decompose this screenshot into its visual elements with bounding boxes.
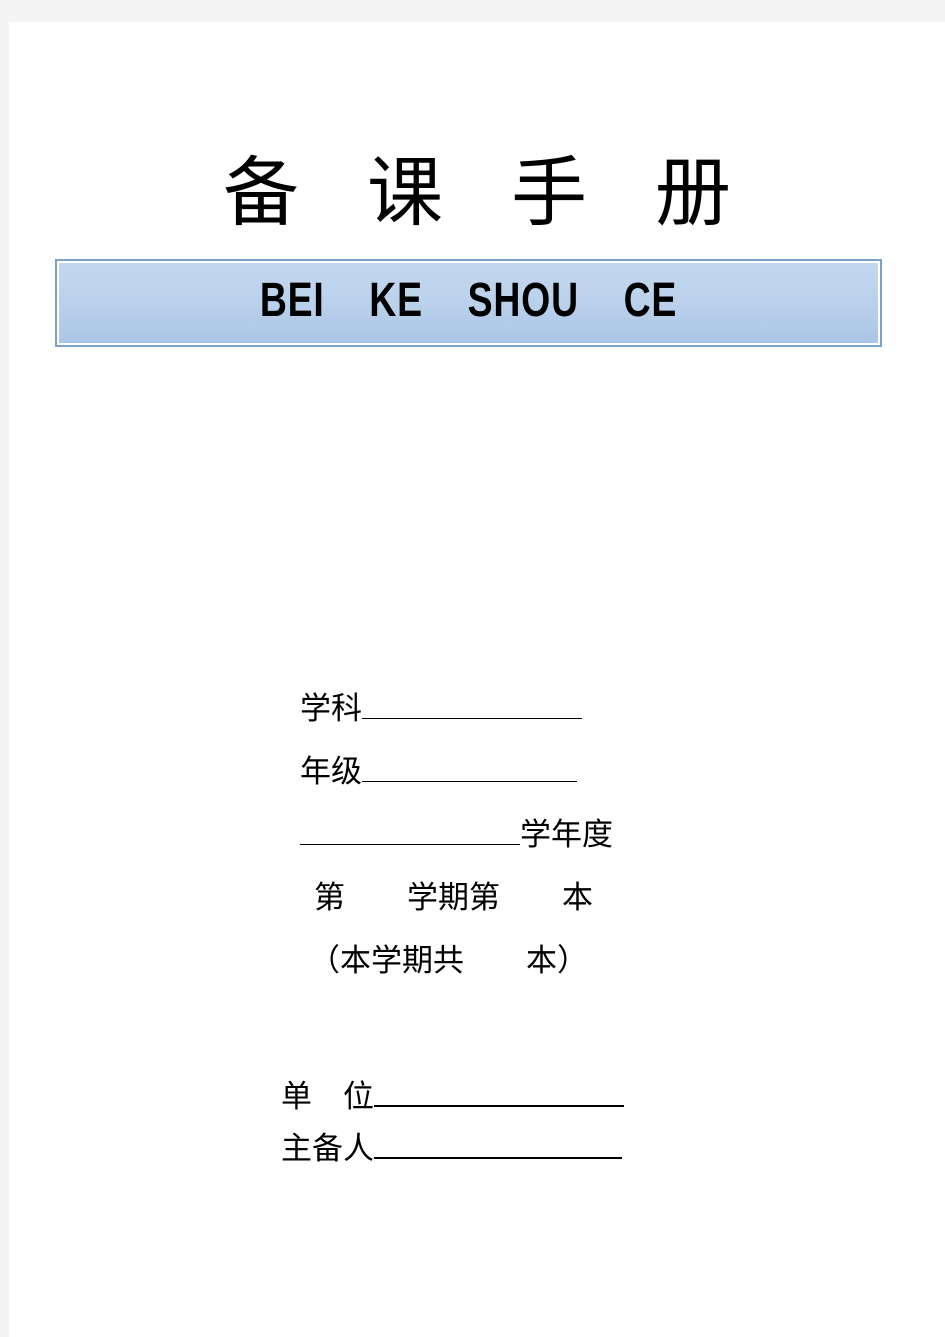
field-grade-label: 年级 [300,754,362,789]
field-author-label: 主备人 [281,1131,374,1166]
form-fields-upper: 学科 年级 学年度 第 学期第 本 （本学期共 本） [9,677,945,992]
field-grade: 年级 [9,740,945,803]
field-grade-input[interactable] [362,756,577,782]
pinyin-banner-text: BEI KE SHOU CE [259,274,678,327]
title-char-2: 课 [367,152,443,236]
field-term: 第 学期第 本 [9,866,945,929]
field-total-books: （本学期共 本） [9,929,945,992]
field-school-year: 学年度 [9,803,945,866]
field-term-label[interactable]: 第 学期第 本 [314,866,593,929]
field-author-input[interactable] [374,1132,622,1159]
field-subject-input[interactable] [362,693,582,719]
title-char-1: 备 [223,152,299,236]
field-author: 主备人 [9,1123,945,1175]
field-unit-label: 单 位 [281,1079,374,1114]
field-total-books-label[interactable]: （本学期共 本） [309,929,588,992]
field-unit-input[interactable] [374,1080,624,1107]
page-title: 备课手册 [9,144,945,254]
field-subject-label: 学科 [300,691,362,726]
field-unit: 单 位 [9,1071,945,1123]
field-school-year-input[interactable] [300,819,520,845]
field-school-year-label: 学年度 [520,817,613,852]
field-subject: 学科 [9,677,945,740]
title-char-3: 手 [511,152,587,236]
pinyin-banner: BEI KE SHOU CE [55,259,882,347]
document-page: 备课手册 BEI KE SHOU CE 学科 年级 学年度 第 学期第 本 （本… [9,22,945,1337]
form-fields-lower: 单 位 主备人 [9,1071,945,1175]
title-char-4: 册 [655,152,731,236]
